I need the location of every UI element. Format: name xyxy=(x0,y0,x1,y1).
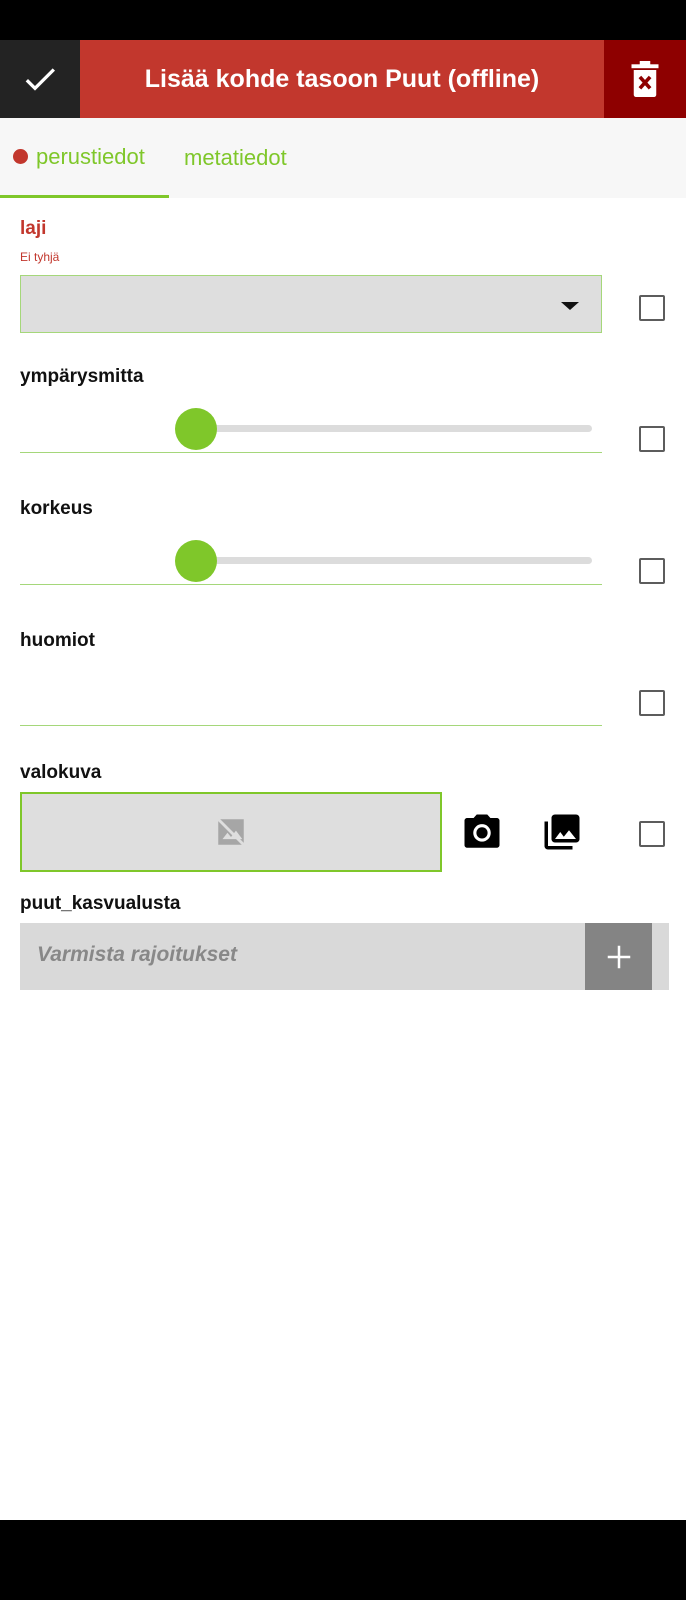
add-related-feature-button[interactable] xyxy=(585,923,652,990)
ymparysmitta-field xyxy=(20,402,602,453)
ymparysmitta-slider-thumb[interactable] xyxy=(175,408,217,450)
tab-bar: perustiedot metatiedot xyxy=(0,118,686,198)
status-bar xyxy=(0,0,686,40)
huomiot-input[interactable] xyxy=(20,665,606,727)
laji-select[interactable] xyxy=(20,275,602,333)
puut-kasvualusta-label: puut_kasvualusta xyxy=(20,893,181,914)
save-button[interactable] xyxy=(0,40,80,118)
delete-button[interactable] xyxy=(604,40,686,118)
laji-validation-hint: Ei tyhjä xyxy=(20,250,60,264)
dropdown-arrow-icon xyxy=(561,302,579,310)
camera-icon xyxy=(464,814,500,848)
trash-x-icon xyxy=(631,61,659,97)
korkeus-field xyxy=(20,534,602,585)
title-bar: Lisää kohde tasoon Puut (offline) xyxy=(0,40,686,118)
take-photo-button[interactable] xyxy=(458,808,506,856)
laji-label: laji xyxy=(20,218,47,239)
tab-label: metatiedot xyxy=(184,145,287,170)
tab-metatiedot[interactable]: metatiedot xyxy=(184,118,287,198)
valokuva-label: valokuva xyxy=(20,762,102,783)
ymparysmitta-remember-checkbox[interactable] xyxy=(639,426,665,452)
korkeus-slider-track[interactable] xyxy=(175,540,592,582)
photo-preview[interactable] xyxy=(20,792,442,872)
huomiot-remember-checkbox[interactable] xyxy=(639,690,665,716)
page-title: Lisää kohde tasoon Puut (offline) xyxy=(144,64,540,93)
valokuva-remember-checkbox[interactable] xyxy=(639,821,665,847)
ymparysmitta-label: ympärysmitta xyxy=(20,366,144,387)
error-indicator-dot xyxy=(13,149,28,164)
ymparysmitta-slider-track[interactable] xyxy=(175,408,592,450)
korkeus-remember-checkbox[interactable] xyxy=(639,558,665,584)
huomiot-field xyxy=(20,665,606,727)
plus-icon xyxy=(607,945,630,968)
korkeus-slider-thumb[interactable] xyxy=(175,540,217,582)
relation-field: Varmista rajoitukset xyxy=(20,923,669,990)
huomiot-label: huomiot xyxy=(20,630,95,651)
navigation-bar xyxy=(0,1520,686,1600)
relation-placeholder: Varmista rajoitukset xyxy=(37,943,237,966)
no-image-icon xyxy=(216,817,246,847)
pick-from-gallery-button[interactable] xyxy=(538,808,586,856)
tab-label: perustiedot xyxy=(36,143,145,169)
check-icon xyxy=(25,68,55,91)
korkeus-label: korkeus xyxy=(20,498,93,519)
photo-library-icon xyxy=(544,814,580,850)
laji-remember-checkbox[interactable] xyxy=(639,295,665,321)
tab-perustiedot[interactable]: perustiedot xyxy=(0,118,169,198)
